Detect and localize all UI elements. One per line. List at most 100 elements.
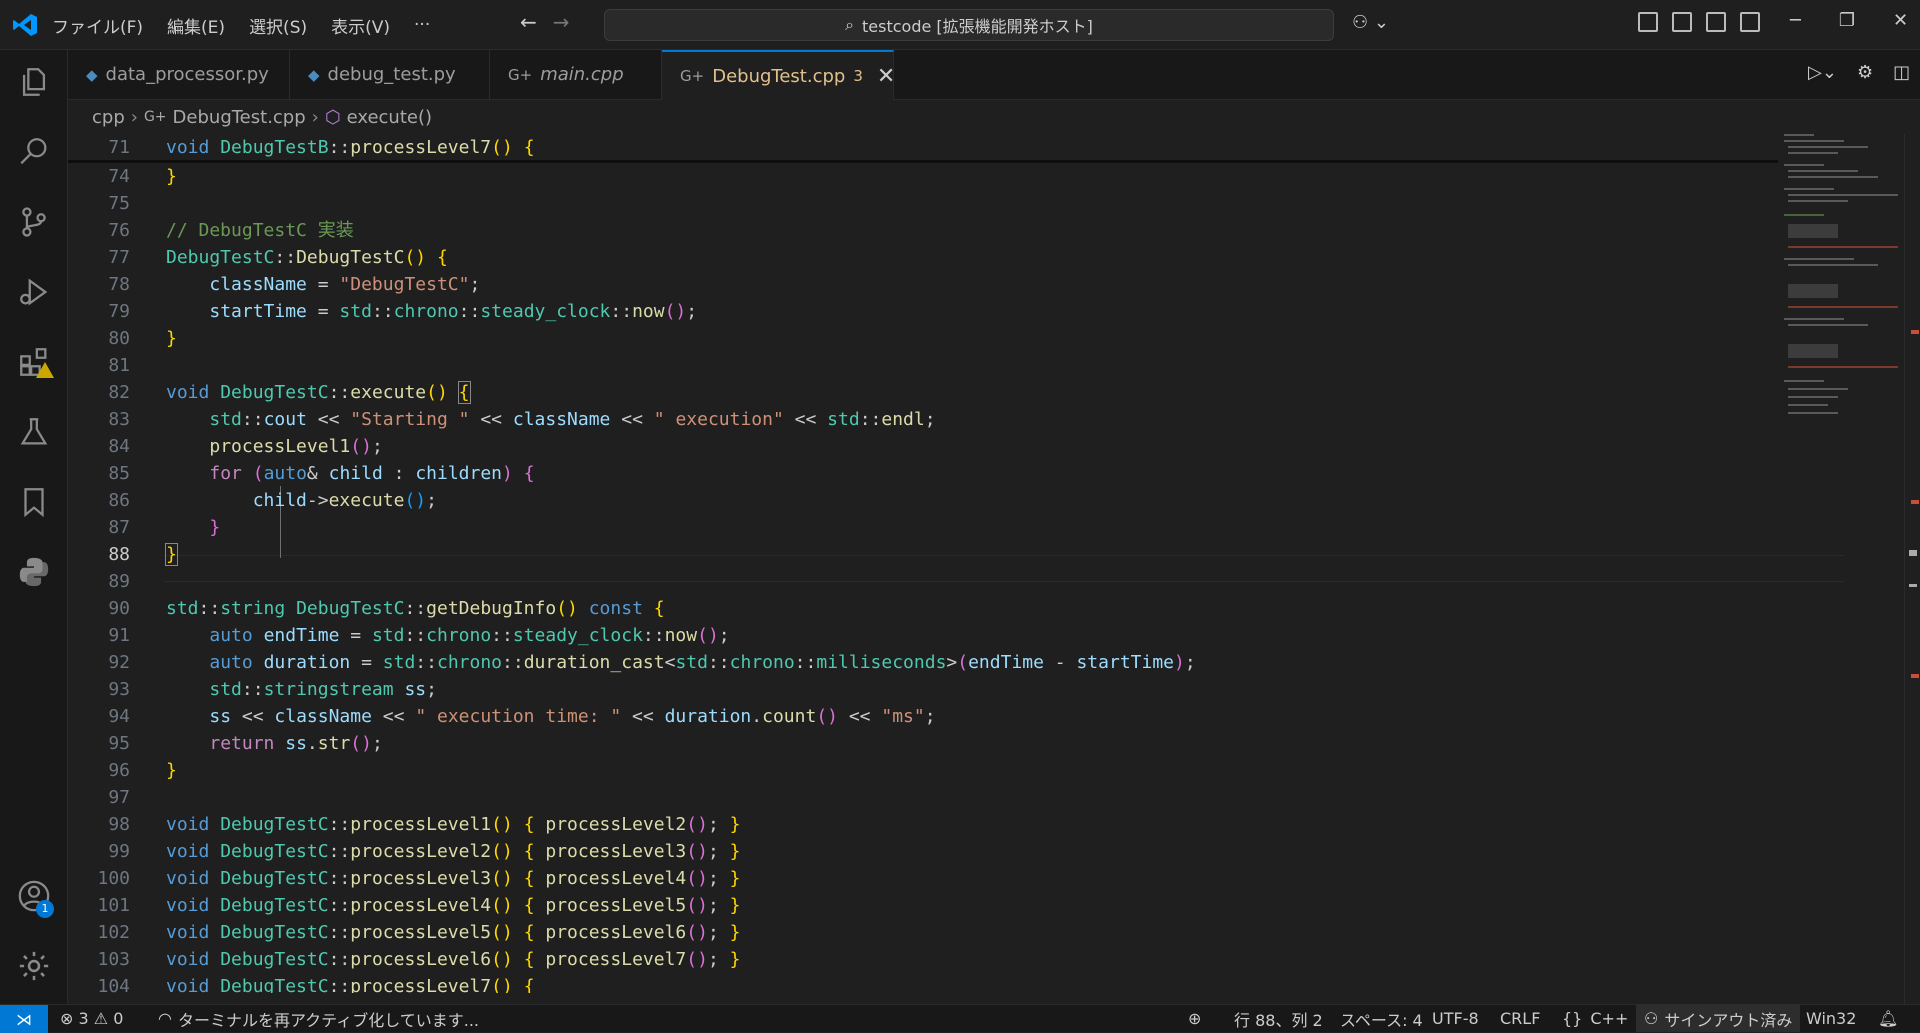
code-line: 76// DebugTestC 実装: [108, 220, 354, 241]
code-line: 85 for (auto& child : children) {: [108, 463, 535, 484]
code-line: 100 void DebugTestC::processLevel3() { pr…: [97, 868, 741, 889]
settings-gear-icon[interactable]: [14, 946, 54, 986]
notifications-bell-icon[interactable]: 🔔︎: [1878, 1005, 1898, 1032]
tab-data-processor[interactable]: ◆ data_processor.py: [68, 50, 290, 99]
code-line: 87 }: [108, 517, 221, 538]
tab-debug-test-py[interactable]: ◆ debug_test.py: [290, 50, 490, 99]
code-line: 92 auto duration = std::chrono::duration…: [108, 652, 1196, 673]
remote-icon[interactable]: ⋊: [0, 1005, 48, 1033]
breadcrumb: cpp › G+ DebugTest.cpp › ⬡ execute(): [68, 100, 432, 134]
run-debug-icon[interactable]: [14, 272, 54, 312]
code-line: 79 startTime = std::chrono::steady_clock…: [108, 301, 698, 322]
code-line: 96}: [108, 760, 177, 781]
cpp-file-icon: G+: [508, 65, 533, 84]
platform[interactable]: Win32: [1806, 1005, 1856, 1032]
editor-scrollbar[interactable]: [1904, 134, 1920, 1004]
source-control-icon[interactable]: [14, 202, 54, 242]
run-icon[interactable]: ▷⌄: [1808, 62, 1837, 83]
code-line: 78 className = "DebugTestC";: [108, 274, 481, 295]
minimap[interactable]: [1784, 134, 1904, 434]
code-line: 89: [108, 571, 130, 592]
customize-layout-icon[interactable]: [1638, 12, 1658, 32]
forward-arrow-icon[interactable]: →: [553, 10, 570, 34]
tab-label: DebugTest.cpp: [712, 65, 846, 87]
command-center-label: testcode [拡張機能開発ホスト]: [862, 17, 1093, 36]
cpp-file-icon: G+: [143, 109, 167, 125]
breadcrumb-folder[interactable]: cpp: [92, 107, 125, 128]
copilot-icon[interactable]: ⚇ ⌄: [1352, 12, 1389, 33]
activity-bar: 1: [0, 50, 68, 1004]
error-count: 3: [78, 1009, 89, 1028]
python-file-icon: ◆: [308, 65, 320, 84]
menu-edit[interactable]: 編集(E): [167, 13, 225, 38]
scrollbar-cursor-marker: [1909, 550, 1917, 556]
menu-selection[interactable]: 選択(S): [249, 13, 307, 38]
menu-more[interactable]: ···: [414, 15, 430, 35]
gear-icon[interactable]: ⚙: [1857, 62, 1873, 83]
warning-count: 0: [113, 1009, 124, 1028]
vscode-logo-icon: [13, 14, 37, 36]
tab-label: main.cpp: [540, 64, 624, 85]
end-of-line[interactable]: CRLF: [1500, 1005, 1540, 1032]
cpp-file-icon: G+: [680, 67, 705, 85]
method-icon: ⬡: [324, 106, 341, 128]
copilot-icon: ⚇: [1644, 1009, 1659, 1028]
python-icon[interactable]: [14, 552, 54, 592]
scrollbar-error-marker: [1911, 500, 1919, 504]
code-line: 99 void DebugTestC::processLevel2() { pro…: [108, 841, 741, 862]
code-line: 94 ss << className << " execution time: …: [108, 706, 936, 727]
code-line: 84 processLevel1();: [108, 436, 383, 457]
search-icon[interactable]: [14, 132, 54, 172]
minimize-icon[interactable]: ─: [1790, 10, 1801, 31]
tab-debugtest-cpp[interactable]: G+ DebugTest.cpp 3 ✕: [662, 50, 895, 100]
language-label: C++: [1590, 1009, 1629, 1028]
menu-bar: ファイル(F) 編集(E) 選択(S) 表示(V) ···: [52, 0, 454, 50]
code-line: 71 void DebugTestB::processLevel7() {: [108, 137, 535, 158]
chevron-right-icon: ›: [311, 106, 319, 128]
problems-indicator[interactable]: ⊗ 3 ⚠ 0: [60, 1005, 123, 1032]
code-line: 93 std::stringstream ss;: [108, 679, 437, 700]
code-line: 88}: [108, 543, 178, 566]
warning-icon: [36, 362, 54, 378]
close-window-icon[interactable]: ✕: [1893, 10, 1908, 31]
code-line: 101 void DebugTestC::processLevel4() { pr…: [97, 895, 741, 916]
python-file-icon: ◆: [86, 65, 98, 84]
toggle-panel-icon[interactable]: [1706, 12, 1726, 32]
loading-spinner-icon: ◠: [158, 1009, 172, 1028]
toggle-secondary-sidebar-icon[interactable]: [1740, 12, 1760, 32]
restore-icon[interactable]: ❐: [1839, 10, 1855, 31]
tab-main-cpp[interactable]: G+ main.cpp: [490, 50, 662, 99]
code-editor[interactable]: 71 void DebugTestB::processLevel7() { 74}…: [68, 134, 1920, 1004]
bookmark-icon[interactable]: [14, 482, 54, 522]
code-line: 97: [108, 787, 130, 808]
scrollbar-error-marker: [1911, 674, 1919, 678]
testing-icon[interactable]: [14, 412, 54, 452]
code-line: 91 auto endTime = std::chrono::steady_cl…: [108, 625, 730, 646]
back-arrow-icon[interactable]: ←: [520, 10, 537, 34]
braces-icon: {}: [1562, 1009, 1583, 1028]
close-icon[interactable]: ✕: [877, 64, 895, 89]
search-icon: ⌕: [845, 15, 855, 34]
menu-view[interactable]: 表示(V): [331, 13, 390, 38]
scrollbar-error-marker: [1911, 330, 1919, 334]
split-editor-icon[interactable]: ◫: [1893, 62, 1910, 83]
encoding[interactable]: UTF-8: [1432, 1005, 1479, 1032]
toggle-primary-sidebar-icon[interactable]: [1672, 12, 1692, 32]
language-mode[interactable]: {} C++: [1562, 1005, 1628, 1032]
scrollbar-thumb[interactable]: [1909, 584, 1917, 587]
indentation[interactable]: スペース: 4: [1340, 1005, 1423, 1032]
code-line: 80}: [108, 328, 177, 349]
copilot-status[interactable]: ⚇ サインアウト済み: [1636, 1005, 1801, 1032]
breadcrumb-symbol[interactable]: execute(): [347, 107, 432, 128]
zoom-icon[interactable]: ⊕: [1188, 1005, 1201, 1032]
code-line: 98 void DebugTestC::processLevel1() { pro…: [108, 814, 741, 835]
breadcrumb-file[interactable]: DebugTest.cpp: [173, 107, 306, 128]
terminal-status[interactable]: ◠ ターミナルを再アクティブ化しています...: [158, 1005, 479, 1032]
explorer-icon[interactable]: [14, 62, 54, 102]
command-center[interactable]: ⌕ testcode [拡張機能開発ホスト]: [604, 9, 1334, 41]
tab-label: debug_test.py: [327, 64, 456, 85]
code-line: 83 std::cout << "Starting " << className…: [108, 409, 936, 430]
title-bar: ファイル(F) 編集(E) 選択(S) 表示(V) ··· ← → ⌕ test…: [0, 0, 1920, 50]
menu-file[interactable]: ファイル(F): [52, 13, 143, 38]
cursor-position[interactable]: 行 88、列 2: [1234, 1005, 1323, 1032]
